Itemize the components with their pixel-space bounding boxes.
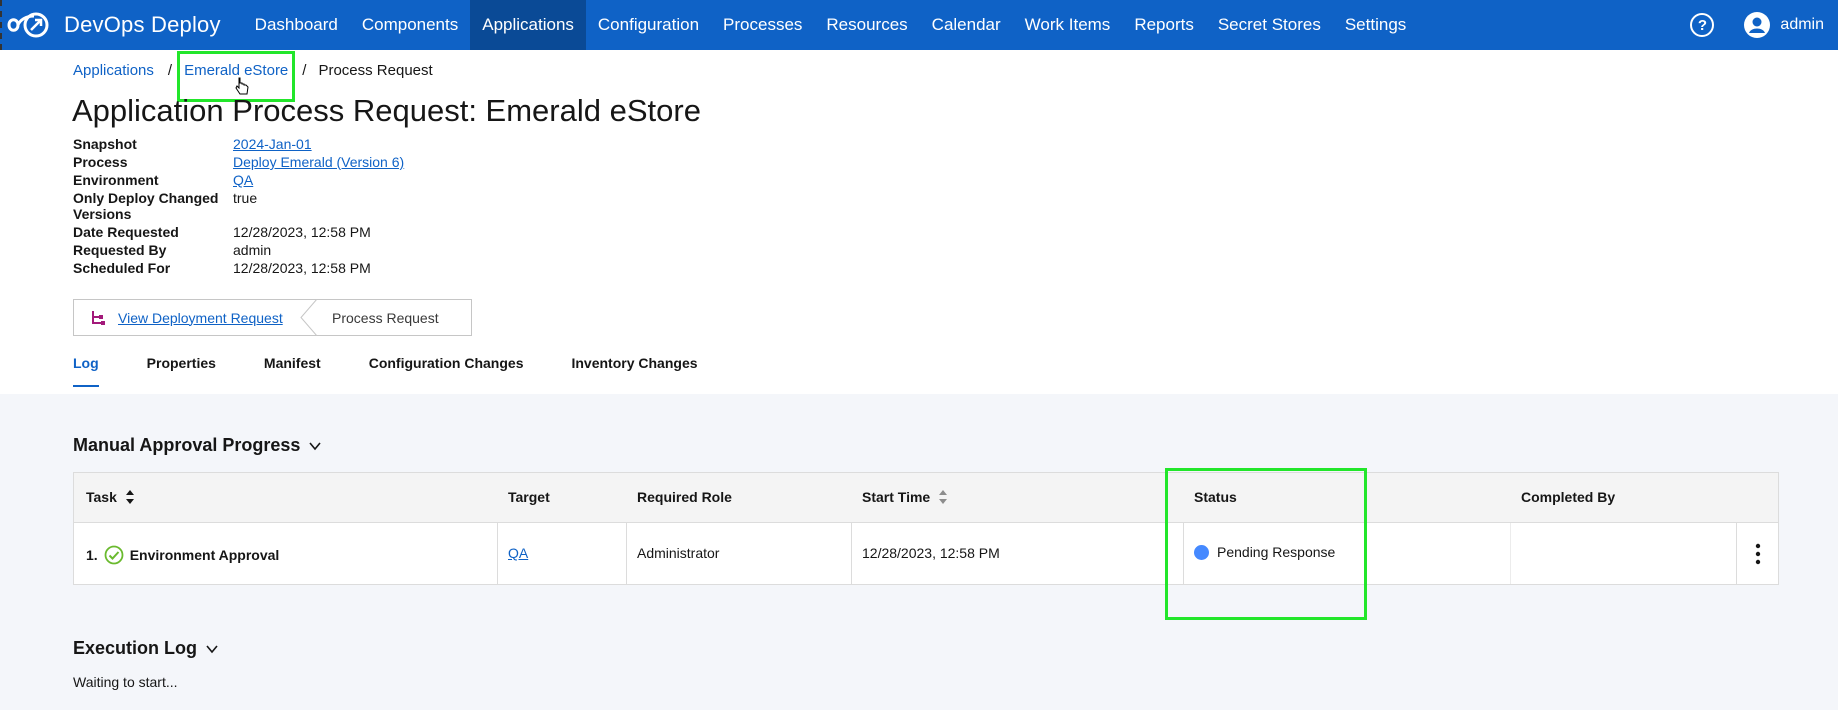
detail-label: Scheduled For	[73, 260, 171, 276]
chevron-down-icon	[309, 441, 322, 450]
detail-label: Process	[73, 154, 128, 170]
column-header-status: Status	[1194, 489, 1237, 505]
detail-row-snapshot: Snapshot 2024-Jan-01	[73, 136, 404, 152]
nav-dashboard[interactable]: Dashboard	[243, 0, 350, 50]
column-header-task[interactable]: Task	[86, 489, 135, 505]
column-header-required-role: Required Role	[637, 489, 732, 505]
column-divider	[1736, 523, 1737, 584]
task-name: Environment Approval	[129, 547, 280, 563]
breadcrumb: Applications / Emerald eStore / Process …	[73, 62, 433, 79]
brand[interactable]: DevOps Deploy	[2, 0, 231, 50]
nav-reports[interactable]: Reports	[1122, 0, 1206, 50]
tab-log[interactable]: Log	[73, 355, 99, 387]
manual-approval-title: Manual Approval Progress	[73, 435, 301, 455]
user-menu[interactable]: admin	[1744, 12, 1824, 38]
tree-structure-icon	[92, 310, 105, 325]
nav-calendar[interactable]: Calendar	[920, 0, 1013, 50]
nav-processes[interactable]: Processes	[711, 0, 814, 50]
nav-work-items[interactable]: Work Items	[1013, 0, 1123, 50]
detail-row-environment: Environment QA	[73, 172, 404, 188]
nav-configuration[interactable]: Configuration	[586, 0, 711, 50]
detail-label: Requested By	[73, 242, 167, 258]
process-request-current: Process Request	[332, 309, 439, 326]
devops-deploy-logo-icon	[6, 8, 52, 42]
snapshot-link[interactable]: 2024-Jan-01	[233, 136, 312, 152]
detail-value: true	[233, 190, 258, 206]
status-pending-dot-icon	[1194, 544, 1209, 560]
tab-configuration-changes[interactable]: Configuration Changes	[369, 355, 524, 387]
request-hierarchy-strip: View Deployment Request Process Request	[73, 299, 472, 336]
required-role-cell: Administrator	[637, 545, 720, 561]
user-name: admin	[1780, 16, 1824, 33]
column-header-target: Target	[508, 489, 550, 505]
main-nav: Dashboard Components Applications Config…	[243, 0, 1419, 50]
manual-approval-header[interactable]: Manual Approval Progress	[73, 435, 322, 456]
sort-icon[interactable]	[125, 489, 135, 505]
breadcrumb-current: Process Request	[318, 62, 433, 79]
nav-settings[interactable]: Settings	[1333, 0, 1418, 50]
execution-log-status: Waiting to start...	[73, 674, 178, 690]
tab-manifest[interactable]: Manifest	[264, 355, 321, 387]
help-icon[interactable]: ?	[1690, 13, 1715, 37]
detail-row-process: Process Deploy Emerald (Version 6)	[73, 154, 404, 170]
nav-secret-stores[interactable]: Secret Stores	[1206, 0, 1333, 50]
column-divider	[626, 523, 627, 584]
nav-resources[interactable]: Resources	[814, 0, 919, 50]
target-link[interactable]: QA	[508, 545, 528, 561]
detail-label: Snapshot	[73, 136, 137, 152]
tab-bar: Log Properties Manifest Configuration Ch…	[73, 355, 746, 387]
detail-row-only-deploy-changed: Only Deploy Changed Versions true	[73, 190, 404, 222]
task-cell: 1. Environment Approval	[86, 545, 279, 565]
check-circle-icon	[104, 545, 124, 565]
detail-value: 12/28/2023, 12:58 PM	[233, 260, 371, 276]
column-divider	[1510, 523, 1511, 584]
environment-link[interactable]: QA	[233, 172, 253, 188]
breadcrumb-separator: /	[302, 62, 307, 79]
tab-inventory-changes[interactable]: Inventory Changes	[571, 355, 697, 387]
request-details: Snapshot 2024-Jan-01 Process Deploy Emer…	[73, 136, 404, 278]
target-cell: QA	[508, 545, 528, 561]
table-row: 1. Environment Approval QA Administrator…	[74, 523, 1778, 584]
detail-value: admin	[233, 242, 272, 258]
nav-components[interactable]: Components	[350, 0, 470, 50]
breadcrumb-applications[interactable]: Applications	[73, 62, 154, 79]
status-text: Pending Response	[1217, 544, 1336, 560]
column-label: Start Time	[862, 489, 931, 505]
breadcrumb-separator: /	[167, 62, 173, 79]
detail-label: Date Requested	[73, 224, 179, 240]
status-cell: Pending Response	[1194, 544, 1335, 560]
detail-value: 12/28/2023, 12:58 PM	[233, 224, 371, 240]
column-divider	[851, 523, 852, 584]
detail-row-requested-by: Requested By admin	[73, 242, 404, 258]
detail-row-scheduled-for: Scheduled For 12/28/2023, 12:58 PM	[73, 260, 404, 276]
sort-icon[interactable]	[938, 489, 948, 505]
column-label: Task	[86, 489, 117, 505]
chevron-down-icon	[206, 644, 218, 653]
execution-log-header[interactable]: Execution Log	[73, 638, 219, 659]
app-name: DevOps Deploy	[64, 12, 221, 37]
nav-applications[interactable]: Applications	[470, 0, 586, 50]
chevron-separator-icon	[300, 299, 318, 336]
tab-properties[interactable]: Properties	[147, 355, 216, 387]
row-actions-kebab-icon[interactable]	[1755, 543, 1761, 565]
column-header-completed-by: Completed By	[1521, 489, 1616, 505]
column-divider	[1183, 523, 1184, 584]
nav-right: ? admin	[1690, 0, 1838, 50]
start-time-cell: 12/28/2023, 12:58 PM	[862, 545, 1000, 561]
user-avatar-icon	[1744, 12, 1771, 38]
detail-row-date-requested: Date Requested 12/28/2023, 12:58 PM	[73, 224, 404, 240]
manual-approval-table: Task Target Required Role Start Time Sta…	[73, 472, 1779, 585]
page-title: Application Process Request: Emerald eSt…	[72, 93, 701, 128]
view-deployment-request-link[interactable]: View Deployment Request	[118, 310, 283, 326]
column-divider	[497, 523, 498, 584]
detail-label: Environment	[73, 172, 159, 188]
process-link[interactable]: Deploy Emerald (Version 6)	[233, 154, 404, 170]
task-index: 1.	[86, 547, 98, 563]
execution-log-title: Execution Log	[73, 638, 198, 658]
table-header: Task Target Required Role Start Time Sta…	[74, 473, 1778, 523]
top-navigation-bar: DevOps Deploy Dashboard Components Appli…	[0, 0, 1838, 50]
column-header-start-time[interactable]: Start Time	[862, 489, 948, 505]
kebab-menu-icon[interactable]	[1755, 543, 1761, 565]
detail-label: Only Deploy Changed Versions	[73, 190, 219, 222]
